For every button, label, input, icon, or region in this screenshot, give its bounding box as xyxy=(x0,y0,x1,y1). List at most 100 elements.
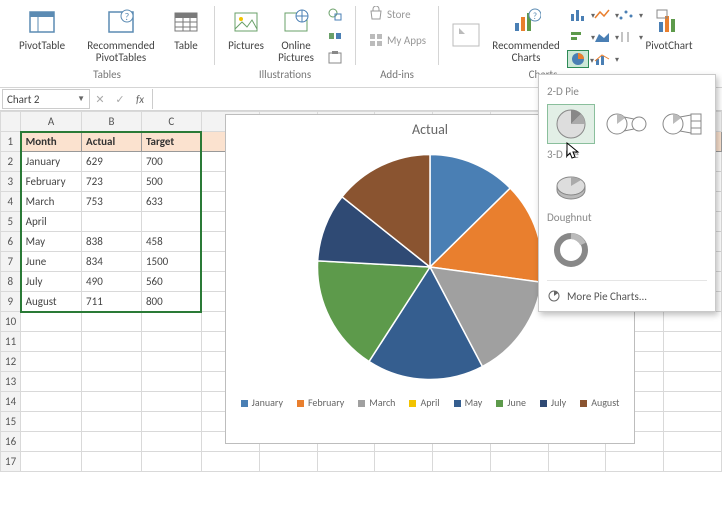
row-header[interactable]: 1 xyxy=(1,132,21,152)
online-pictures-button[interactable]: Online Pictures xyxy=(271,4,321,66)
legend-item[interactable]: February xyxy=(297,396,344,409)
bar-of-pie-option[interactable] xyxy=(659,104,707,144)
ribbon-group-illustrations: Pictures Online Pictures Illustrations xyxy=(219,4,351,83)
cell[interactable]: January xyxy=(21,152,82,172)
pictures-button[interactable]: Pictures xyxy=(223,4,269,66)
row-header[interactable]: 15 xyxy=(1,412,21,432)
legend-item[interactable]: January xyxy=(241,396,283,409)
cell[interactable]: 753 xyxy=(82,192,142,212)
enter-formula-icon[interactable]: ✓ xyxy=(110,93,130,106)
cell[interactable]: 1500 xyxy=(141,252,201,272)
chart-type-scatter[interactable] xyxy=(615,6,637,24)
row-header[interactable]: 13 xyxy=(1,372,21,392)
col-header[interactable]: A xyxy=(21,112,82,132)
cell[interactable]: February xyxy=(21,172,82,192)
row-header[interactable]: 11 xyxy=(1,332,21,352)
recommended-charts-button[interactable]: ? Recommended Charts xyxy=(487,4,565,66)
legend-item[interactable]: August xyxy=(580,396,619,409)
recommended-pivottables-button[interactable]: ? Recommended PivotTables xyxy=(78,4,164,66)
cell[interactable]: 800 xyxy=(141,292,201,312)
row-header[interactable]: 16 xyxy=(1,432,21,452)
row-header[interactable]: 3 xyxy=(1,172,21,192)
cancel-formula-icon[interactable]: ✕ xyxy=(90,93,110,106)
charts-preview-button[interactable] xyxy=(447,4,485,66)
cell[interactable]: May xyxy=(21,232,82,252)
row-header[interactable]: 2 xyxy=(1,152,21,172)
ribbon: PivotTable ? Recommended PivotTables Tab… xyxy=(0,0,722,83)
more-pie-charts-label: More Pie Charts... xyxy=(567,290,647,303)
cell[interactable]: Target xyxy=(141,132,201,152)
smartart-button[interactable] xyxy=(323,26,347,46)
chart-type-line[interactable] xyxy=(591,6,613,24)
pivottable-button[interactable]: PivotTable xyxy=(8,4,76,66)
cell[interactable]: 700 xyxy=(141,152,201,172)
legend-item[interactable]: July xyxy=(540,396,566,409)
row-header[interactable]: 8 xyxy=(1,272,21,292)
store-label: Store xyxy=(387,8,411,21)
cell[interactable]: 633 xyxy=(141,192,201,212)
cell[interactable]: 711 xyxy=(82,292,142,312)
chart-type-column[interactable] xyxy=(567,6,589,24)
fx-icon[interactable]: fx xyxy=(130,93,150,106)
cell[interactable]: March xyxy=(21,192,82,212)
cell[interactable]: 458 xyxy=(141,232,201,252)
cell[interactable] xyxy=(82,212,142,232)
legend-item[interactable]: March xyxy=(358,396,395,409)
cell[interactable]: 629 xyxy=(82,152,142,172)
pivotchart-button[interactable]: PivotChart xyxy=(639,4,699,66)
chart-type-combo[interactable] xyxy=(591,50,613,68)
mouse-cursor-icon xyxy=(566,142,580,160)
row-header[interactable]: 10 xyxy=(1,312,21,332)
myapps-button[interactable]: My Apps xyxy=(364,30,430,50)
cell[interactable]: August xyxy=(21,292,82,312)
row-header[interactable]: 6 xyxy=(1,232,21,252)
row-header[interactable]: 5 xyxy=(1,212,21,232)
table-row[interactable]: 17 xyxy=(1,452,722,472)
cell[interactable]: 560 xyxy=(141,272,201,292)
shapes-button[interactable] xyxy=(323,4,347,24)
cell[interactable]: 838 xyxy=(82,232,142,252)
table-button[interactable]: Table xyxy=(166,4,206,66)
row-header[interactable]: 12 xyxy=(1,352,21,372)
name-box[interactable]: Chart 2 ▼ xyxy=(2,89,90,109)
screenshot-button[interactable] xyxy=(323,48,347,68)
pie-of-pie-option[interactable] xyxy=(603,104,651,144)
online-pictures-label: Online Pictures xyxy=(271,40,321,64)
cell[interactable]: 500 xyxy=(141,172,201,192)
cell[interactable]: April xyxy=(21,212,82,232)
cell[interactable]: 723 xyxy=(82,172,142,192)
legend-item[interactable]: April xyxy=(409,396,439,409)
col-header[interactable]: C xyxy=(141,112,201,132)
legend-item[interactable]: May xyxy=(454,396,483,409)
cell[interactable]: 834 xyxy=(82,252,142,272)
cell[interactable]: July xyxy=(21,272,82,292)
row-header[interactable]: 9 xyxy=(1,292,21,312)
name-box-dropdown-icon[interactable]: ▼ xyxy=(77,94,85,104)
row-header[interactable]: 7 xyxy=(1,252,21,272)
cell[interactable] xyxy=(141,212,201,232)
svg-text:?: ? xyxy=(125,10,130,23)
pie-3d-option[interactable] xyxy=(547,167,595,207)
doughnut-option[interactable] xyxy=(547,230,595,270)
row-header[interactable]: 14 xyxy=(1,392,21,412)
col-header[interactable]: B xyxy=(82,112,142,132)
chart-type-area[interactable] xyxy=(591,28,613,46)
chart-type-bar[interactable] xyxy=(567,28,589,46)
myapps-icon xyxy=(368,32,384,48)
more-pie-charts-link[interactable]: More Pie Charts... xyxy=(547,280,707,303)
chart-type-stock[interactable] xyxy=(615,28,637,46)
cell[interactable]: Actual xyxy=(82,132,142,152)
row-header[interactable]: 4 xyxy=(1,192,21,212)
row-header[interactable]: 17 xyxy=(1,452,21,472)
chart-type-pie[interactable] xyxy=(567,50,589,68)
pie-section-doughnut-label: Doughnut xyxy=(547,211,707,224)
chart-legend[interactable]: January February March April May June July Augu… xyxy=(226,396,634,409)
cell[interactable]: June xyxy=(21,252,82,272)
select-all-button[interactable] xyxy=(1,112,21,132)
cell[interactable]: Month xyxy=(21,132,82,152)
table-label: Table xyxy=(174,40,198,52)
cell[interactable]: 490 xyxy=(82,272,142,292)
pie-2d-option[interactable] xyxy=(547,104,595,144)
legend-item[interactable]: June xyxy=(496,396,526,409)
store-button[interactable]: Store xyxy=(364,4,430,24)
